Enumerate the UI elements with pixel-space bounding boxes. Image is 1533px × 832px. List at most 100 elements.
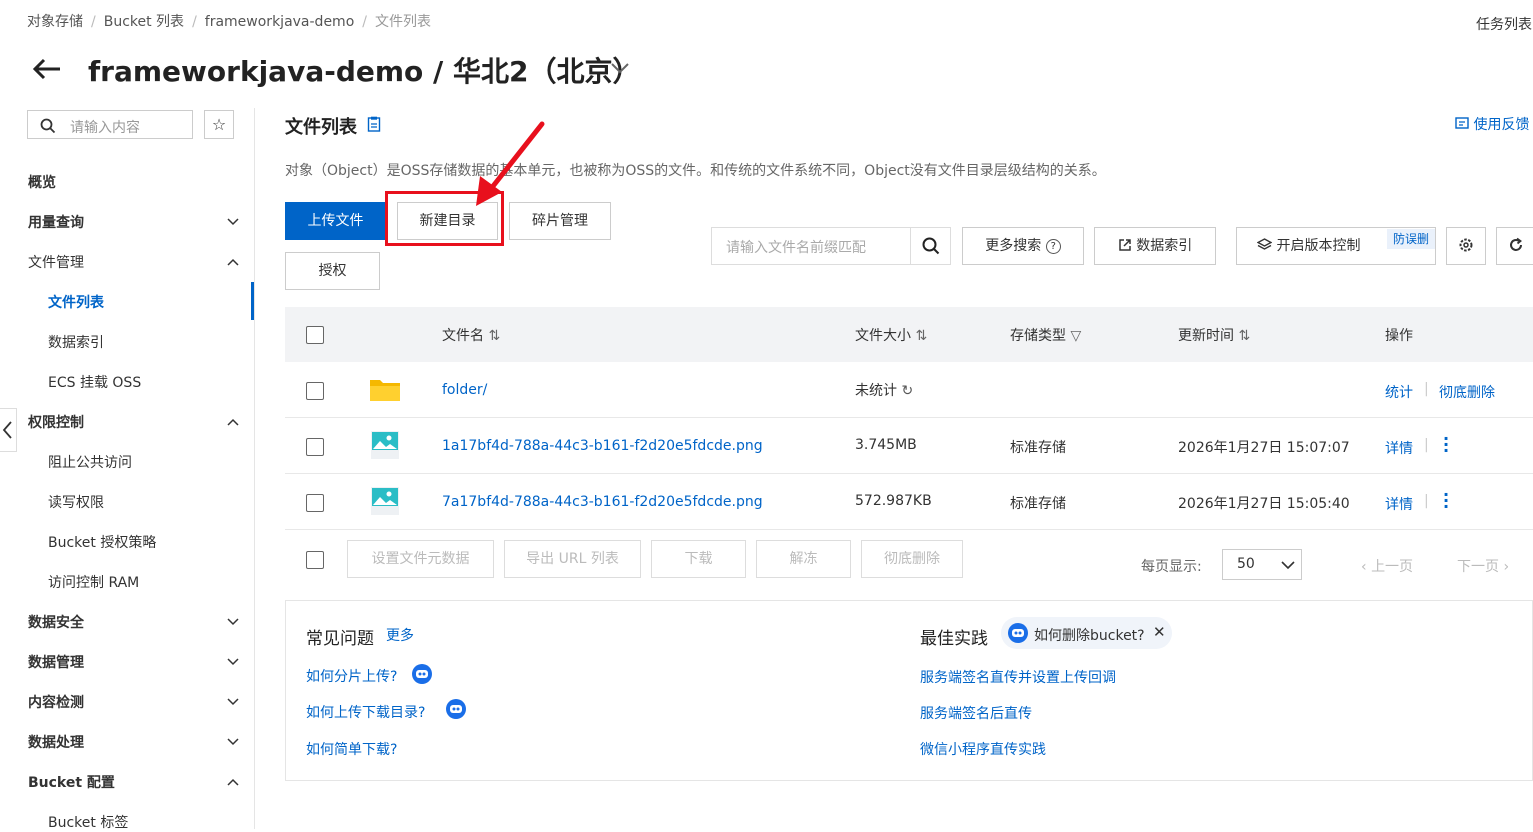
column-header-updated[interactable]: 更新时间 ⇅ bbox=[1178, 325, 1250, 345]
sort-icon[interactable]: ⇅ bbox=[488, 328, 500, 344]
sidebar-item-file-list[interactable]: 文件列表 bbox=[48, 292, 104, 312]
stats-action-link[interactable]: 统计 bbox=[1385, 382, 1413, 402]
sidebar-item-ram[interactable]: 访问控制 RAM bbox=[48, 572, 139, 592]
prev-page-button[interactable]: ‹ 上一页 bbox=[1361, 556, 1413, 576]
sidebar-item-block-public[interactable]: 阻止公共访问 bbox=[48, 452, 132, 472]
refresh-icon[interactable]: ↻ bbox=[901, 383, 913, 399]
sort-icon[interactable]: ⇅ bbox=[1238, 328, 1250, 344]
filter-icon[interactable]: ▽ bbox=[1070, 328, 1081, 344]
best-practice-link-callback[interactable]: 服务端签名直传并设置上传回调 bbox=[920, 667, 1116, 687]
page-size-select[interactable]: 50 bbox=[1222, 549, 1302, 580]
sidebar-item-data-security[interactable]: 数据安全 bbox=[28, 612, 84, 632]
sidebar-item-overview[interactable]: 概览 bbox=[28, 172, 56, 192]
breadcrumb-item-bucket[interactable]: frameworkjava-demo bbox=[205, 14, 354, 30]
refresh-button[interactable] bbox=[1496, 227, 1533, 265]
upload-file-button[interactable]: 上传文件 bbox=[285, 202, 386, 240]
help-panel bbox=[285, 600, 1533, 781]
sidebar-search-input[interactable]: 请输入内容 bbox=[27, 110, 193, 139]
sidebar-item-bucket-policy[interactable]: Bucket 授权策略 bbox=[48, 532, 156, 552]
column-header-name[interactable]: 文件名 ⇅ bbox=[442, 325, 500, 345]
sidebar-item-data-index[interactable]: 数据索引 bbox=[48, 332, 104, 352]
feedback-label: 使用反馈 bbox=[1473, 117, 1530, 133]
download-button[interactable]: 下载 bbox=[651, 540, 746, 578]
sidebar-item-bucket-config[interactable]: Bucket 配置 bbox=[28, 772, 115, 792]
sidebar-item-content-check[interactable]: 内容检测 bbox=[28, 692, 84, 712]
action-separator: | bbox=[1424, 437, 1429, 453]
sidebar-item-bucket-tags[interactable]: Bucket 标签 bbox=[48, 812, 128, 832]
more-actions-icon[interactable]: · · · bbox=[1443, 431, 1449, 459]
sidebar-item-data-processing[interactable]: 数据处理 bbox=[28, 732, 84, 752]
sidebar-item-usage[interactable]: 用量查询 bbox=[28, 212, 84, 232]
export-url-button[interactable]: 导出 URL 列表 bbox=[504, 540, 641, 578]
bulk-select-checkbox[interactable] bbox=[306, 551, 324, 569]
faq-more-link[interactable]: 更多 bbox=[386, 625, 414, 645]
breadcrumb-item-bucket-list[interactable]: Bucket 列表 bbox=[104, 14, 184, 30]
set-metadata-button[interactable]: 设置文件元数据 bbox=[347, 540, 494, 578]
sort-icon[interactable]: ⇅ bbox=[915, 328, 927, 344]
annotation-arrow-icon bbox=[476, 121, 545, 206]
document-icon[interactable] bbox=[367, 116, 381, 132]
faq-link-download[interactable]: 如何简单下载? bbox=[306, 739, 397, 759]
select-all-checkbox[interactable] bbox=[306, 326, 324, 344]
chevron-down-icon[interactable] bbox=[608, 56, 632, 80]
ai-question-chip[interactable]: 如何删除bucket? ✕ bbox=[1001, 617, 1172, 649]
next-page-button[interactable]: 下一页 › bbox=[1457, 556, 1509, 576]
row-divider bbox=[285, 473, 1533, 474]
file-search-input[interactable]: 请输入文件名前缀匹配 bbox=[711, 227, 951, 265]
details-action-link[interactable]: 详情 bbox=[1385, 494, 1413, 514]
sidebar-item-file-management[interactable]: 文件管理 bbox=[28, 252, 84, 272]
chevron-down-icon bbox=[1281, 561, 1295, 570]
faq-link-directory[interactable]: 如何上传下载目录? bbox=[306, 702, 425, 722]
chevron-down-icon bbox=[227, 618, 239, 626]
more-search-button[interactable]: 更多搜索 ? bbox=[962, 227, 1084, 265]
file-name-link[interactable]: folder/ bbox=[442, 382, 487, 398]
ai-assistant-icon[interactable] bbox=[412, 664, 432, 684]
page-title: frameworkjava-demo / 华北2（北京） bbox=[88, 55, 641, 88]
ai-assistant-icon[interactable] bbox=[446, 699, 466, 719]
row-checkbox[interactable] bbox=[306, 438, 324, 456]
sidebar-item-ecs-mount[interactable]: ECS 挂载 OSS bbox=[48, 372, 141, 392]
sidebar-collapse-button[interactable] bbox=[0, 408, 17, 452]
best-practice-title: 最佳实践 bbox=[920, 629, 988, 649]
breadcrumb-item-current: 文件列表 bbox=[374, 14, 431, 30]
page-size-label: 每页显示: bbox=[1141, 559, 1202, 575]
faq-link-multipart[interactable]: 如何分片上传? bbox=[306, 666, 397, 686]
section-heading: 文件列表 bbox=[285, 117, 357, 138]
feedback-link[interactable]: 使用反馈 bbox=[1455, 114, 1529, 134]
star-icon: ☆ bbox=[211, 115, 227, 134]
row-checkbox[interactable] bbox=[306, 494, 324, 512]
sidebar-item-rw-permission[interactable]: 读写权限 bbox=[48, 492, 104, 512]
file-size: 3.745MB bbox=[855, 437, 917, 453]
close-icon[interactable]: ✕ bbox=[1153, 623, 1166, 641]
file-name-link[interactable]: 1a17bf4d-788a-44c3-b161-f2d20e5fdcde.png bbox=[442, 438, 763, 454]
back-arrow-icon[interactable] bbox=[30, 54, 64, 84]
more-search-label: 更多搜索 bbox=[985, 238, 1042, 254]
breadcrumb-item-oss[interactable]: 对象存储 bbox=[27, 14, 83, 30]
chevron-left-icon bbox=[2, 421, 12, 439]
authorize-button[interactable]: 授权 bbox=[285, 252, 380, 290]
sidebar-item-data-management[interactable]: 数据管理 bbox=[28, 652, 84, 672]
details-action-link[interactable]: 详情 bbox=[1385, 438, 1413, 458]
row-checkbox[interactable] bbox=[306, 382, 324, 400]
image-file-icon bbox=[371, 487, 399, 515]
delete-action-link[interactable]: 彻底删除 bbox=[1439, 382, 1495, 402]
task-list-link[interactable]: 任务列表 bbox=[1476, 14, 1532, 34]
file-size: 572.987KB bbox=[855, 493, 932, 509]
data-index-button[interactable]: 数据索引 bbox=[1094, 227, 1216, 265]
file-name-link[interactable]: 7a17bf4d-788a-44c3-b161-f2d20e5fdcde.png bbox=[442, 494, 763, 510]
favorite-star-button[interactable]: ☆ bbox=[204, 110, 234, 139]
best-practice-link-direct[interactable]: 服务端签名后直传 bbox=[920, 703, 1032, 723]
settings-button[interactable] bbox=[1446, 227, 1486, 265]
more-actions-icon[interactable]: · · · bbox=[1443, 487, 1449, 515]
sidebar-item-access-control[interactable]: 权限控制 bbox=[28, 412, 84, 432]
restore-button[interactable]: 解冻 bbox=[756, 540, 851, 578]
bulk-delete-button[interactable]: 彻底删除 bbox=[861, 540, 963, 578]
search-button[interactable] bbox=[910, 228, 951, 264]
column-header-size[interactable]: 文件大小 ⇅ bbox=[855, 325, 927, 345]
chevron-up-icon bbox=[227, 778, 239, 786]
best-practice-link-miniprogram[interactable]: 微信小程序直传实践 bbox=[920, 739, 1046, 759]
row-divider bbox=[285, 529, 1533, 530]
search-icon bbox=[922, 237, 940, 255]
layers-icon bbox=[1256, 238, 1273, 250]
column-header-storage-type[interactable]: 存储类型 ▽ bbox=[1010, 325, 1081, 345]
